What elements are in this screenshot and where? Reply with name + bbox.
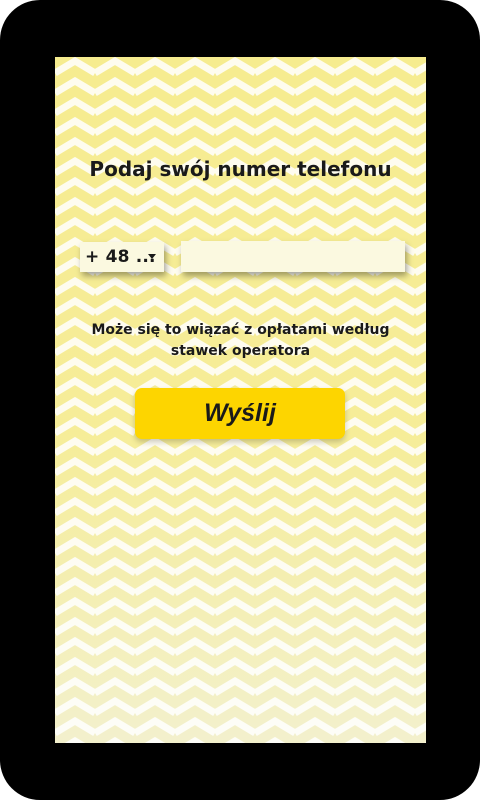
send-button-label: Wyślij: [204, 399, 276, 427]
country-code-value: + 48 ...: [85, 247, 156, 267]
send-button[interactable]: Wyślij: [135, 388, 345, 439]
operator-charges-note: Może się to wiązać z opłatami według sta…: [91, 322, 390, 359]
device-frame: Podaj swój numer telefonu + 48 ... Może …: [0, 0, 480, 800]
page-title: Podaj swój numer telefonu: [89, 157, 392, 181]
chevron-down-icon: [148, 254, 156, 259]
country-code-dropdown[interactable]: + 48 ...: [80, 242, 164, 272]
app-screen: Podaj swój numer telefonu + 48 ... Może …: [55, 57, 426, 743]
phone-number-input[interactable]: [181, 241, 405, 272]
